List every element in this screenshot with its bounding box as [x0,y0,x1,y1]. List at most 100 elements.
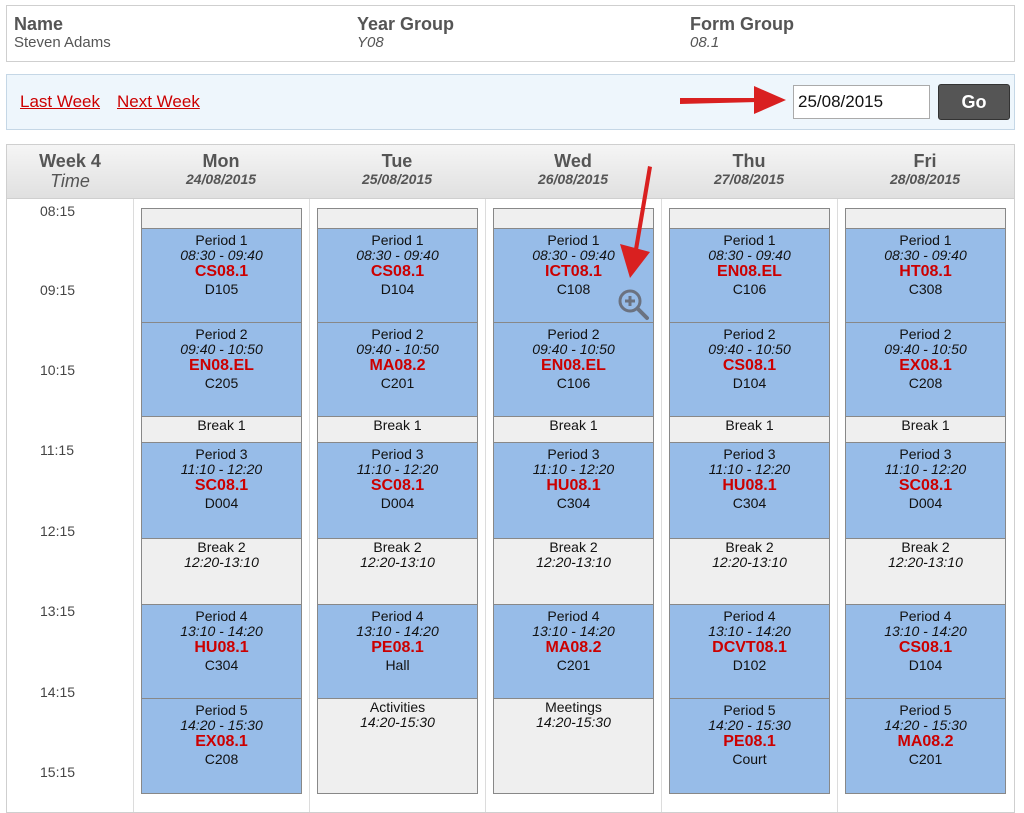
period-time: 08:30 - 09:40 [708,247,791,263]
lesson-slot[interactable]: Period 3 11:10 - 12:20 SC08.1 D004 [141,442,302,539]
room: C201 [908,751,943,767]
lesson-slot[interactable]: Period 2 09:40 - 10:50 MA08.2 C201 [317,322,478,417]
period-time: 11:10 - 12:20 [356,461,439,477]
activity-time: 14:20-15:30 [536,714,611,730]
period-time: 08:30 - 09:40 [180,247,263,263]
class-code: MA08.2 [545,639,602,656]
period-time: 13:10 - 14:20 [356,623,439,639]
break-time: 12:20-13:10 [712,554,787,570]
class-code: CS08.1 [370,263,425,280]
room: Court [732,751,767,767]
period-time: 14:20 - 15:30 [708,717,791,733]
day-header-wed: Wed 26/08/2015 [485,151,661,188]
lesson-slot[interactable]: Period 3 11:10 - 12:20 HU08.1 C304 [493,442,654,539]
break-slot: Break 2 12:20-13:10 [845,538,1006,605]
class-code: SC08.1 [194,477,249,494]
day-name: Mon [202,151,240,171]
lesson-slot[interactable]: Period 3 11:10 - 12:20 SC08.1 D004 [845,442,1006,539]
next-week-link[interactable]: Next Week [117,92,200,112]
time-label-1415: 14:15 [40,684,76,700]
period-label: Period 4 [195,608,248,624]
lesson-slot[interactable]: Period 5 14:20 - 15:30 MA08.2 C201 [845,698,1006,794]
lesson-slot[interactable]: Period 1 08:30 - 09:40 EN08.EL C106 [669,228,830,323]
week-label: Week 4 [39,151,101,171]
period-label: Period 3 [371,446,424,462]
room: C205 [204,375,239,391]
lesson-slot[interactable]: Period 4 13:10 - 14:20 MA08.2 C201 [493,604,654,699]
period-time: 13:10 - 14:20 [180,623,263,639]
lesson-slot[interactable]: Period 4 13:10 - 14:20 PE08.1 Hall [317,604,478,699]
class-code: MA08.2 [897,733,954,750]
period-label: Period 2 [723,326,776,342]
period-label: Period 4 [547,608,600,624]
period-label: Period 1 [371,232,424,248]
lesson-slot[interactable]: Period 4 13:10 - 14:20 DCVT08.1 D102 [669,604,830,699]
period-time: 14:20 - 15:30 [884,717,967,733]
room: D102 [732,657,767,673]
break-time: 12:20-13:10 [360,554,435,570]
break-slot: Break 1 [493,416,654,443]
class-code: MA08.2 [369,357,426,374]
break-slot: Break 1 [141,416,302,443]
break-time: 12:20-13:10 [536,554,611,570]
go-button[interactable]: Go [938,84,1010,120]
period-time: 09:40 - 10:50 [884,341,967,357]
lesson-slot[interactable]: Period 3 11:10 - 12:20 SC08.1 D004 [317,442,478,539]
break-label: Break 2 [725,539,774,555]
student-info-panel: Name Steven Adams Year Group Y08 Form Gr… [6,5,1015,62]
day-date: 26/08/2015 [537,171,609,187]
time-column: 08:15 09:15 10:15 11:15 12:15 13:15 14:1… [7,199,133,812]
lesson-slot[interactable]: Period 5 14:20 - 15:30 PE08.1 Court [669,698,830,794]
period-label: Period 1 [899,232,952,248]
form-group-label: Form Group [690,14,794,34]
day-header-mon: Mon 24/08/2015 [133,151,309,188]
class-code: EX08.1 [195,733,248,750]
break-slot: Break 2 12:20-13:10 [669,538,830,605]
room: D105 [204,281,239,297]
date-input[interactable] [793,85,930,119]
period-label: Period 2 [899,326,952,342]
activity-label: Meetings [545,699,602,715]
time-label-1115: 11:15 [40,442,74,458]
year-group-field: Year Group Y08 [357,14,454,52]
lesson-slot[interactable]: Period 1 08:30 - 09:40 CS08.1 D105 [141,228,302,323]
break-time: 12:20-13:10 [184,554,259,570]
period-time: 13:10 - 14:20 [884,623,967,639]
last-week-link[interactable]: Last Week [20,92,100,112]
lesson-slot[interactable]: Period 2 09:40 - 10:50 CS08.1 D104 [669,322,830,417]
class-code: SC08.1 [898,477,953,494]
year-group-label: Year Group [357,14,455,34]
room: C308 [908,281,943,297]
lesson-slot[interactable]: Period 3 11:10 - 12:20 HU08.1 C304 [669,442,830,539]
activity-slot[interactable]: Activities 14:20-15:30 [317,698,478,794]
lesson-slot[interactable]: Period 2 09:40 - 10:50 EX08.1 C208 [845,322,1006,417]
period-label: Period 3 [723,446,776,462]
form-group-field: Form Group 08.1 [690,14,794,52]
room: D104 [908,657,943,673]
break-slot: Break 2 12:20-13:10 [493,538,654,605]
class-code: EN08.EL [541,357,606,374]
lesson-slot[interactable]: Period 2 09:40 - 10:50 EN08.EL C106 [493,322,654,417]
room: C106 [732,281,767,297]
room: C201 [556,657,591,673]
room: D004 [380,495,415,511]
period-label: Period 1 [547,232,600,248]
day-column-mon: Period 1 08:30 - 09:40 CS08.1 D105 Perio… [133,199,309,812]
zoom-in-icon[interactable] [616,287,652,323]
lesson-slot[interactable]: Period 1 08:30 - 09:40 HT08.1 C308 [845,228,1006,323]
lesson-slot[interactable]: Period 1 08:30 - 09:40 CS08.1 D104 [317,228,478,323]
lesson-slot[interactable]: Period 4 13:10 - 14:20 CS08.1 D104 [845,604,1006,699]
lesson-slot[interactable]: Period 2 09:40 - 10:50 EN08.EL C205 [141,322,302,417]
day-name: Wed [554,151,592,171]
timetable-header: Week 4 Time Mon 24/08/2015 Tue 25/08/201… [7,145,1014,199]
time-label-1215: 12:15 [40,523,76,539]
time-label: Time [50,171,90,191]
name-value: Steven Adams [14,34,111,51]
period-time: 13:10 - 14:20 [532,623,615,639]
period-label: Period 2 [547,326,600,342]
period-label: Period 1 [723,232,776,248]
lesson-slot[interactable]: Period 4 13:10 - 14:20 HU08.1 C304 [141,604,302,699]
lesson-slot[interactable]: Period 5 14:20 - 15:30 EX08.1 C208 [141,698,302,794]
activity-slot[interactable]: Meetings 14:20-15:30 [493,698,654,794]
timetable: Week 4 Time Mon 24/08/2015 Tue 25/08/201… [6,144,1015,813]
